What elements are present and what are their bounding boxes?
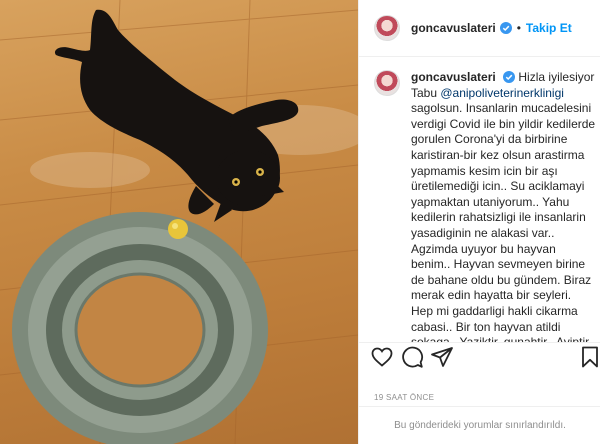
separator-dot: • bbox=[516, 21, 521, 35]
caption-username[interactable]: goncavuslateri bbox=[411, 70, 496, 84]
caption-body: sagolsun. Insanlarin mucadelesini verdig… bbox=[411, 101, 596, 342]
verified-badge-icon bbox=[499, 22, 512, 34]
post-photo[interactable] bbox=[0, 0, 358, 444]
caption-mention-link[interactable]: @anipoliveterinerklinigi bbox=[440, 86, 564, 100]
heart-icon[interactable] bbox=[370, 345, 394, 369]
post-timestamp[interactable]: 19 SAAT ÖNCE bbox=[374, 393, 434, 402]
avatar[interactable] bbox=[374, 15, 400, 41]
caption-text: goncavuslateri Hizla iyilesiyor Tabu @an… bbox=[411, 70, 596, 342]
header-username[interactable]: goncavuslateri bbox=[411, 21, 496, 35]
caption-avatar[interactable] bbox=[374, 70, 400, 96]
action-bar bbox=[359, 342, 600, 378]
verified-badge-icon bbox=[503, 71, 516, 83]
comments-restricted-notice: Bu gönderideki yorumlar sınırlandırıldı. bbox=[359, 406, 600, 444]
caption: goncavuslateri Hizla iyilesiyor Tabu @an… bbox=[374, 70, 596, 342]
photo-illustration bbox=[0, 0, 358, 444]
post-sidebar: goncavuslateri • Takip Et goncavuslateri… bbox=[358, 0, 600, 444]
comment-icon[interactable] bbox=[400, 345, 424, 369]
follow-button[interactable]: Takip Et bbox=[526, 21, 572, 35]
share-icon[interactable] bbox=[430, 345, 454, 369]
post-header: goncavuslateri • Takip Et bbox=[359, 0, 600, 57]
bookmark-icon[interactable] bbox=[578, 345, 600, 369]
